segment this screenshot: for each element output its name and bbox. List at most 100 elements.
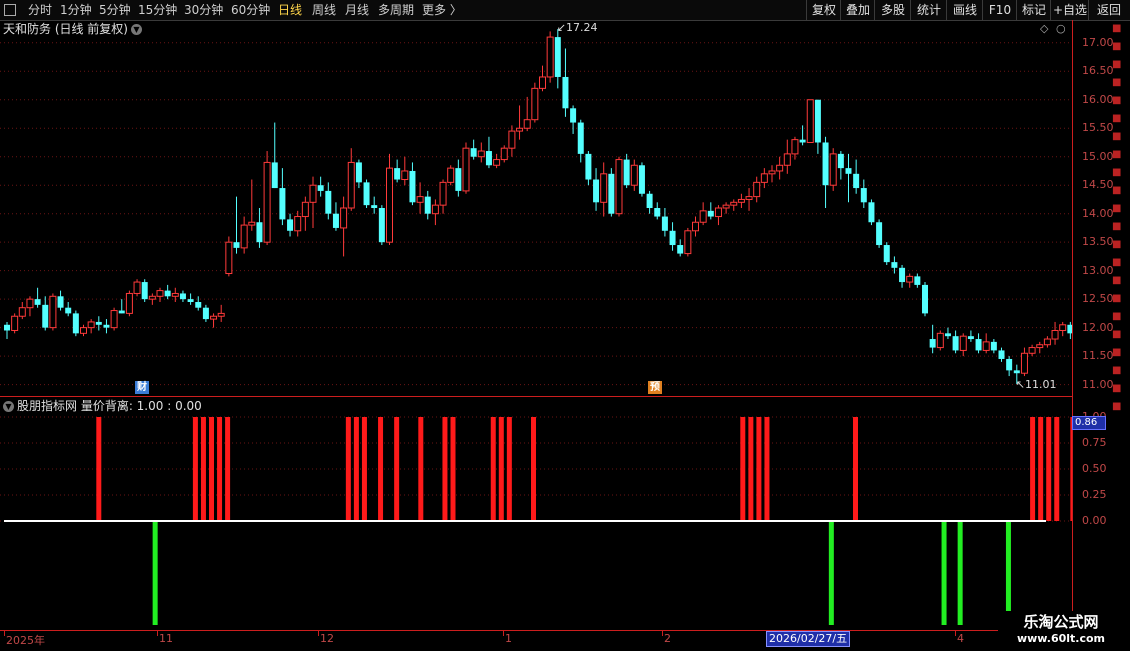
strip-mark: ■	[1112, 221, 1122, 232]
toolbar-button[interactable]: 画线	[946, 0, 983, 20]
divergence-bar-red	[1038, 417, 1044, 521]
strip-mark: ■	[1112, 203, 1122, 214]
indicator-tick-label: 0.75	[1082, 436, 1107, 449]
financial-report-flag[interactable]: 财	[135, 381, 149, 394]
candle-body	[287, 219, 294, 231]
toolbar-button[interactable]: 多股	[874, 0, 911, 20]
period-tab[interactable]: 更多 〉	[422, 1, 462, 19]
candle-body	[26, 298, 34, 309]
divergence-bar-red	[345, 417, 351, 521]
strip-mark: ■	[1112, 113, 1122, 124]
candle-body	[1051, 329, 1059, 340]
indicator-chart	[0, 416, 1072, 625]
date-tick	[4, 631, 5, 636]
candle-body	[806, 99, 814, 143]
period-tab[interactable]: 周线	[312, 1, 336, 19]
toolbar-button[interactable]: 叠加	[840, 0, 875, 20]
cursor-date-label: 2026/02/27/五	[766, 631, 851, 647]
candle-body	[730, 201, 738, 206]
divergence-bar-red	[1054, 417, 1060, 521]
candle-body	[829, 153, 837, 186]
candle-body	[416, 196, 424, 203]
price-tick-label: 13.00	[1082, 263, 1114, 277]
candle-body	[1028, 347, 1036, 354]
candle-body	[340, 207, 348, 229]
toolbar-button[interactable]: +自选	[1050, 0, 1089, 20]
candle-body	[371, 205, 378, 208]
watermark-name: 乐淘公式网	[1023, 613, 1099, 631]
candle-body	[156, 290, 164, 297]
divergence-bar-red	[442, 417, 448, 521]
strip-mark: ■	[1112, 365, 1122, 376]
divergence-bar-red	[200, 417, 206, 521]
candle-body	[760, 173, 768, 183]
divergence-bar-red	[853, 417, 858, 521]
divergence-bar-red	[361, 417, 367, 521]
candle-body	[217, 312, 225, 317]
toolbar-button[interactable]: F10	[982, 0, 1017, 20]
period-tab[interactable]: 5分钟	[99, 1, 131, 19]
divergence-bar-green	[957, 521, 963, 625]
toolbar-button[interactable]: 标记	[1016, 0, 1051, 20]
period-tab[interactable]: 30分钟	[184, 1, 223, 19]
menu-icon[interactable]	[4, 4, 16, 16]
candle-body	[95, 321, 102, 325]
candle-body	[493, 159, 501, 166]
candle-body	[332, 213, 339, 228]
divergence-bar-red	[450, 417, 456, 521]
candle-body	[240, 224, 248, 249]
candle-body	[202, 307, 209, 320]
date-label: 4	[957, 632, 964, 645]
candle-body	[646, 193, 653, 208]
candle-body	[195, 302, 202, 308]
period-tab[interactable]: 60分钟	[231, 1, 270, 19]
candle-body	[860, 188, 867, 203]
candle-body	[394, 168, 401, 180]
period-tab[interactable]: 日线	[278, 1, 302, 19]
divergence-bar-red	[1070, 417, 1072, 521]
candle-body	[883, 245, 890, 263]
divergence-bar-red	[353, 417, 359, 521]
period-tab[interactable]: 分时	[28, 1, 52, 19]
candle-body	[141, 282, 148, 300]
right-info-strip: ■ ■ ■ ■ ■ ■ ■ ■ ■ ■ ■ ■ ■ ■ ■ ■ ■ ■ ■ ■ …	[1112, 20, 1130, 630]
price-tick-label: 11.00	[1082, 377, 1114, 391]
period-tab[interactable]: 15分钟	[138, 1, 177, 19]
candle-body	[906, 275, 914, 283]
period-tab[interactable]: 1分钟	[60, 1, 92, 19]
candle-body	[386, 167, 393, 243]
candle-body	[975, 339, 982, 351]
candle-body	[18, 307, 26, 317]
candle-body	[753, 181, 761, 198]
divergence-bar-red	[490, 417, 496, 521]
period-tab[interactable]: 多周期	[378, 1, 414, 19]
period-toolbar: 分时 1分钟 5分钟 15分钟 30分钟 60分钟 日线 周线 月线 多周期 更多 〉 复权 叠加 多股…	[0, 0, 1130, 21]
candle-body	[309, 184, 317, 203]
candle-body	[4, 324, 10, 331]
candle-body	[1013, 370, 1020, 374]
candle-body	[959, 335, 967, 351]
strip-mark: ■	[1112, 383, 1122, 394]
candle-body	[355, 162, 362, 183]
period-tab[interactable]: 月线	[345, 1, 369, 19]
toolbar-button[interactable]: 复权	[806, 0, 841, 20]
strip-mark: ■	[1112, 41, 1122, 52]
toolbar-button[interactable]: 返回	[1088, 0, 1129, 20]
candle-body	[554, 37, 561, 77]
divergence-bar-green	[828, 521, 834, 625]
date-tick	[318, 631, 319, 636]
strip-mark: ■	[1112, 239, 1122, 250]
watermark-url: www.60lt.com	[1016, 632, 1106, 645]
indicator-tick-label: 0.25	[1082, 488, 1107, 501]
toolbar-button[interactable]: 统计	[910, 0, 947, 20]
candle-body	[593, 179, 600, 203]
forecast-flag[interactable]: 预	[648, 381, 662, 394]
high-price-label: ↙17.24	[556, 21, 598, 35]
strip-mark: ■	[1112, 167, 1122, 178]
candle-body	[263, 161, 271, 243]
candle-body	[684, 230, 692, 255]
candle-body	[570, 108, 577, 123]
candle-body	[133, 281, 141, 294]
candle-body	[845, 168, 852, 174]
candle-body	[615, 159, 623, 215]
